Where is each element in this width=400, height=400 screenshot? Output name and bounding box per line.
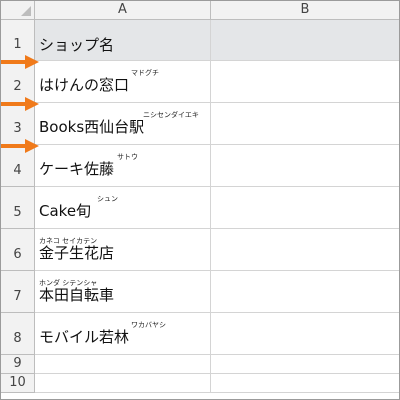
shop-name: モバイル若林: [39, 328, 130, 346]
cell-b6[interactable]: [211, 229, 399, 271]
arrow-head: [25, 97, 39, 111]
cell-b9[interactable]: [211, 355, 399, 374]
furigana-label: サトウ: [117, 153, 138, 161]
shop-name: はけんの窓口: [39, 76, 130, 94]
cell-a8[interactable]: モバイル若林: [35, 313, 211, 355]
cell-b7[interactable]: [211, 271, 399, 313]
shop-name: Books西仙台駅: [39, 118, 145, 136]
cell-a2[interactable]: はけんの窓口: [35, 61, 211, 103]
cell-a1[interactable]: ショップ名: [35, 20, 211, 61]
cell-a5[interactable]: Cake旬: [35, 187, 211, 229]
arrow-shaft: [1, 60, 27, 64]
row-header-10[interactable]: 10: [1, 374, 35, 393]
pointer-arrow-icon: [1, 139, 39, 153]
row-number: 8: [13, 331, 22, 346]
furigana-label: ホンダ シテンシャ: [39, 279, 98, 287]
row-header-9[interactable]: 9: [1, 355, 35, 374]
shop-name: ケーキ佐藤: [39, 160, 115, 178]
column-header-b[interactable]: B: [211, 1, 399, 20]
furigana-label: ニシセンダイエキ: [143, 111, 199, 119]
row-header-5[interactable]: 5: [1, 187, 35, 229]
row-number: 2: [13, 79, 22, 94]
arrow-shaft: [1, 102, 27, 106]
furigana-label: ワカバヤシ: [131, 321, 166, 329]
furigana-label: カネコ セイカテン: [39, 237, 98, 245]
arrow-shaft: [1, 144, 27, 148]
cell-b10[interactable]: [211, 374, 399, 393]
row-number: 7: [13, 289, 22, 304]
select-all-triangle-icon: [21, 6, 31, 16]
cell-b3[interactable]: [211, 103, 399, 145]
row-number: 10: [9, 375, 26, 390]
shop-name: Cake旬: [39, 202, 92, 220]
pointer-arrow-icon: [1, 55, 39, 69]
cell-a9[interactable]: [35, 355, 211, 374]
row-number: 9: [13, 356, 22, 371]
spreadsheet-window: A B 1 ショップ名 2 はけんの窓口 マドグチ 3 Books西仙台駅 ニシセンダイエキ 4…: [0, 0, 400, 400]
row-number: 1: [13, 37, 22, 52]
row-number: 5: [13, 205, 22, 220]
select-all-corner[interactable]: [1, 1, 35, 20]
cell-b1[interactable]: [211, 20, 399, 61]
arrow-head: [25, 55, 39, 69]
pointer-arrow-icon: [1, 97, 39, 111]
cell-b2[interactable]: [211, 61, 399, 103]
row-number: 3: [13, 121, 22, 136]
cell-b5[interactable]: [211, 187, 399, 229]
cell-b4[interactable]: [211, 145, 399, 187]
column-title: ショップ名: [39, 36, 115, 54]
row-header-8[interactable]: 8: [1, 313, 35, 355]
row-header-6[interactable]: 6: [1, 229, 35, 271]
column-header-a[interactable]: A: [35, 1, 211, 20]
cell-b8[interactable]: [211, 313, 399, 355]
row-number: 6: [13, 247, 22, 262]
furigana-label: マドグチ: [131, 69, 159, 77]
cell-a10[interactable]: [35, 374, 211, 393]
arrow-head: [25, 139, 39, 153]
row-number: 4: [13, 163, 22, 178]
row-header-7[interactable]: 7: [1, 271, 35, 313]
furigana-label: シュン: [97, 195, 118, 203]
